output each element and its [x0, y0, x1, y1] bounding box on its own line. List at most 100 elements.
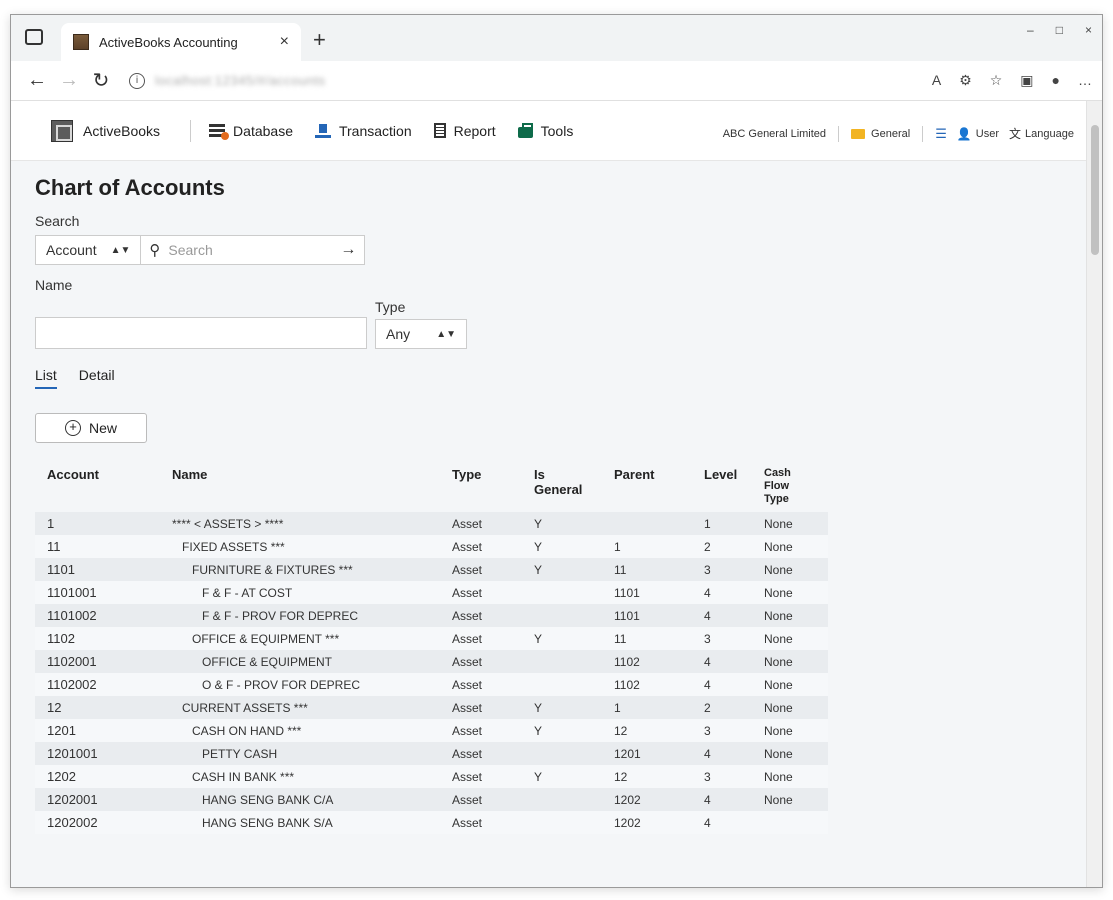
nav-tools[interactable]: Tools: [517, 123, 573, 139]
read-aloud-icon[interactable]: A: [932, 72, 941, 89]
cell-parent: 1202: [602, 788, 692, 811]
table-row[interactable]: 12 CURRENT ASSETS *** Asset Y 1 2 None: [35, 696, 828, 719]
cell-name: CURRENT ASSETS ***: [160, 696, 440, 719]
search-icon: ⚲: [149, 241, 161, 259]
profile-icon[interactable]: ●: [1052, 72, 1060, 89]
col-parent[interactable]: Parent: [602, 459, 692, 512]
cell-level: 3: [692, 765, 752, 788]
col-account[interactable]: Account: [35, 459, 160, 512]
browser-toolbar: A ⚙ ☆ ▣ ● …: [932, 72, 1092, 89]
extensions-icon[interactable]: ⚙: [959, 72, 972, 89]
cell-name: **** < ASSETS > ****: [160, 512, 440, 535]
site-info-icon[interactable]: i: [129, 72, 145, 89]
nav-right: ABC General Limited General ☰ 👤 User 文 L…: [723, 125, 1074, 142]
col-is-general[interactable]: Is General: [522, 459, 602, 512]
app-viewport: ActiveBooks Database Transaction Report …: [11, 101, 1086, 887]
brand[interactable]: ActiveBooks: [51, 119, 161, 142]
table-row[interactable]: 1101 FURNITURE & FIXTURES *** Asset Y 11 3 Non…: [35, 558, 828, 581]
cell-parent: 1201: [602, 742, 692, 765]
cell-general: [522, 788, 602, 811]
cell-name: FIXED ASSETS ***: [160, 535, 440, 558]
user-link[interactable]: User: [976, 128, 999, 140]
cell-general: [522, 742, 602, 765]
brand-name: ActiveBooks: [83, 122, 161, 139]
browser-tab[interactable]: ActiveBooks Accounting ×: [61, 23, 301, 61]
app-favicon-icon: [73, 34, 89, 50]
company-name[interactable]: ABC General Limited: [723, 128, 826, 140]
forward-arrow-icon[interactable]: →: [53, 69, 85, 92]
language-link[interactable]: Language: [1025, 128, 1074, 140]
table-row[interactable]: 1102001 OFFICE & EQUIPMENT Asset 1102 4 None: [35, 650, 828, 673]
table-header-row: Account Name Type Is General Parent Leve…: [35, 459, 828, 512]
nav-transaction[interactable]: Transaction: [314, 122, 412, 139]
table-row[interactable]: 1102 OFFICE & EQUIPMENT *** Asset Y 11 3 None: [35, 627, 828, 650]
table-row[interactable]: 1201 CASH ON HAND *** Asset Y 12 3 None: [35, 719, 828, 742]
tab-actions-icon[interactable]: [25, 29, 43, 45]
new-tab-button[interactable]: +: [313, 27, 326, 53]
col-level[interactable]: Level: [692, 459, 752, 512]
col-cash-flow-type[interactable]: Cash Flow Type: [752, 459, 828, 512]
cell-general: Y: [522, 535, 602, 558]
minimize-icon[interactable]: –: [1027, 23, 1034, 37]
tab-detail[interactable]: Detail: [79, 367, 115, 389]
cell-cashflow: None: [752, 765, 828, 788]
close-tab-icon[interactable]: ×: [280, 33, 289, 51]
nav-transaction-label: Transaction: [338, 122, 412, 139]
cell-level: 1: [692, 512, 752, 535]
table-row[interactable]: 1101001 F & F - AT COST Asset 1101 4 None: [35, 581, 828, 604]
more-menu-icon[interactable]: …: [1078, 72, 1092, 89]
select-caret-icon: ▲▼: [110, 244, 131, 256]
name-filter-input[interactable]: [35, 317, 367, 349]
report-icon: [433, 123, 446, 138]
search-submit-arrow-icon[interactable]: →: [340, 241, 356, 259]
cell-level: 3: [692, 558, 752, 581]
cell-cashflow: None: [752, 673, 828, 696]
maximize-icon[interactable]: □: [1056, 23, 1063, 37]
nav-separator: [838, 125, 840, 142]
scrollbar-thumb[interactable]: [1091, 125, 1099, 255]
page-content: Chart of Accounts Search Account ▲▼ ⚲ Se…: [11, 161, 1086, 848]
nav-report[interactable]: Report: [433, 122, 496, 139]
cell-type: Asset: [440, 719, 522, 742]
cell-account: 1102: [35, 627, 160, 650]
table-row[interactable]: 1 **** < ASSETS > **** Asset Y 1 None: [35, 512, 828, 535]
search-field-select[interactable]: Account ▲▼: [35, 235, 142, 265]
search-input[interactable]: ⚲ Search →: [141, 235, 366, 265]
cell-name: O & F - PROV FOR DEPREC: [160, 673, 440, 696]
cell-level: 2: [692, 696, 752, 719]
cell-parent: 1102: [602, 650, 692, 673]
url-field[interactable]: i localhost:12345/#/accounts: [129, 72, 326, 89]
favorites-icon[interactable]: ☆: [990, 72, 1003, 89]
col-type[interactable]: Type: [440, 459, 522, 512]
cell-general: Y: [522, 558, 602, 581]
tab-list[interactable]: List: [35, 367, 57, 389]
page-scrollbar[interactable]: [1086, 101, 1102, 887]
section-name[interactable]: General: [871, 128, 910, 140]
cell-name: OFFICE & EQUIPMENT: [160, 650, 440, 673]
table-row[interactable]: 1202001 HANG SENG BANK C/A Asset 1202 4 None: [35, 788, 828, 811]
back-arrow-icon[interactable]: ←: [21, 69, 53, 92]
cell-cashflow: None: [752, 696, 828, 719]
new-account-button[interactable]: + New: [35, 413, 147, 443]
table-row[interactable]: 1201001 PETTY CASH Asset 1201 4 None: [35, 742, 828, 765]
table-row[interactable]: 1102002 O & F - PROV FOR DEPREC Asset 1102 4…: [35, 673, 828, 696]
table-row[interactable]: 1202 CASH IN BANK *** Asset Y 12 3 None: [35, 765, 828, 788]
table-row[interactable]: 1101002 F & F - PROV FOR DEPREC Asset 1101 4…: [35, 604, 828, 627]
table-row[interactable]: 1202002 HANG SENG BANK S/A Asset 1202 4: [35, 811, 828, 834]
collections-icon[interactable]: ▣: [1020, 72, 1033, 89]
view-tabs: List Detail: [35, 367, 1062, 389]
nav-report-label: Report: [453, 122, 496, 139]
col-name[interactable]: Name: [160, 459, 440, 512]
cell-type: Asset: [440, 765, 522, 788]
close-window-icon[interactable]: ×: [1085, 23, 1092, 37]
cell-general: Y: [522, 696, 602, 719]
type-select[interactable]: Any ▲▼: [375, 319, 467, 349]
transaction-icon: [314, 123, 331, 138]
search-row: Account ▲▼ ⚲ Search →: [35, 235, 1062, 265]
table-row[interactable]: 11 FIXED ASSETS *** Asset Y 1 2 None: [35, 535, 828, 558]
menu-list-icon[interactable]: ☰: [935, 126, 947, 142]
database-icon: [209, 123, 230, 140]
nav-database[interactable]: Database: [209, 123, 293, 140]
browser-window: ActiveBooks Accounting × + – □ × ← → ↻ i…: [10, 14, 1103, 888]
reload-icon[interactable]: ↻: [85, 68, 117, 93]
